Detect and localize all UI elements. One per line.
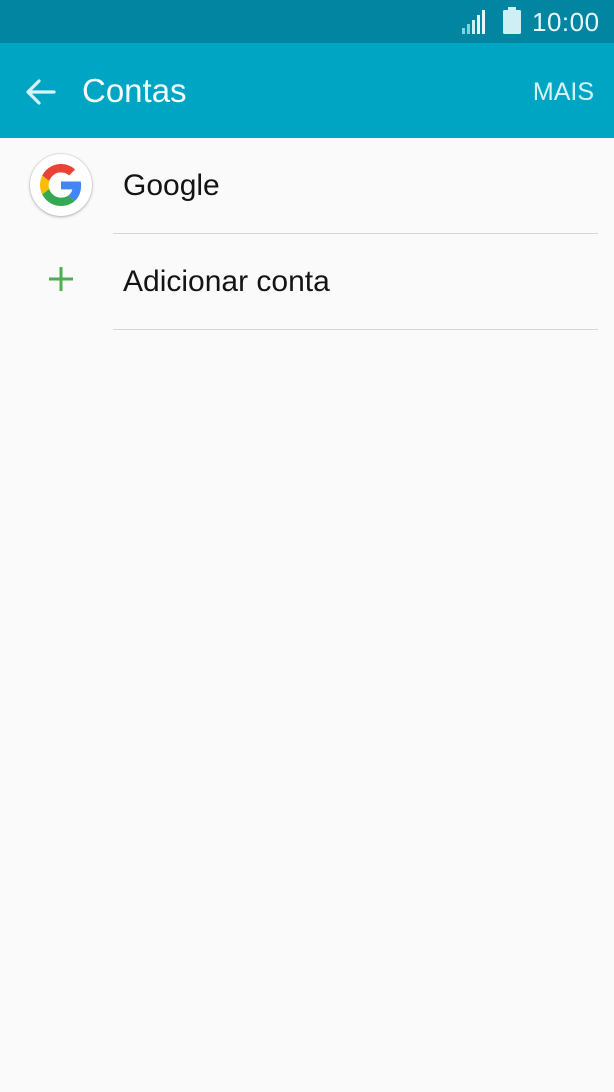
signal-icon [462,10,485,34]
plus-icon [49,267,73,291]
account-item-google[interactable]: Google [0,138,614,234]
page-title: Contas [82,72,187,109]
account-item-label: Google [123,169,220,202]
google-logo-icon [30,154,92,216]
add-account-button[interactable]: Adicionar conta [0,234,614,330]
status-bar: 10:00 [0,0,614,43]
more-button[interactable]: MAIS [533,74,594,110]
account-list: Google Adicionar conta [0,138,614,330]
arrow-left-icon [26,79,56,105]
back-button[interactable] [18,69,64,115]
divider [113,329,598,330]
status-clock: 10:00 [532,7,600,37]
add-account-label: Adicionar conta [123,265,330,298]
battery-icon [503,7,521,34]
app-bar: Contas MAIS [0,43,614,138]
